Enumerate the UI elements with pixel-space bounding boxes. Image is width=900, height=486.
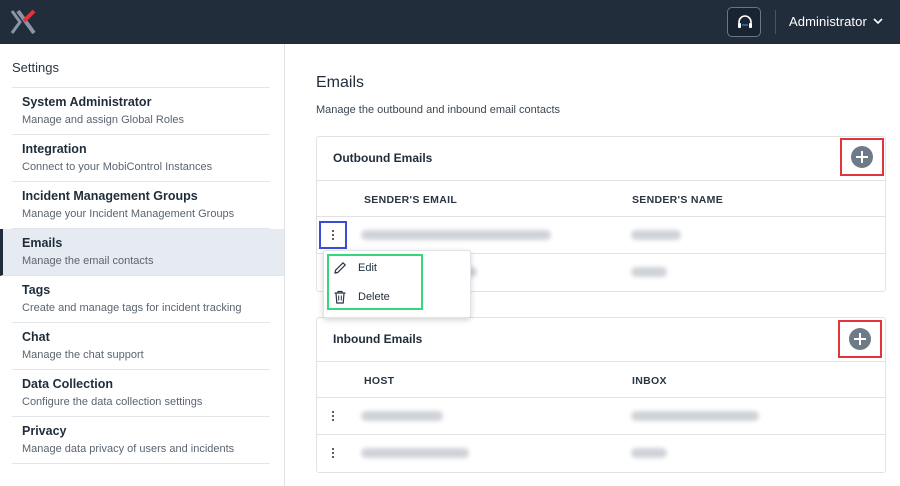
inbound-emails-panel: Inbound Emails HOST INBOX xyxy=(316,317,886,473)
sidebar-item-label: Integration xyxy=(22,142,87,156)
kebab-menu-icon[interactable] xyxy=(328,228,338,242)
sidebar-title: Settings xyxy=(12,60,59,75)
redacted-name xyxy=(631,230,681,240)
kebab-menu-icon[interactable] xyxy=(328,409,338,423)
sidebar-item-label: Emails xyxy=(22,236,63,250)
inbound-emails-title: Inbound Emails xyxy=(333,332,423,346)
table-row xyxy=(317,217,885,254)
column-header-senders-email: SENDER'S EMAIL xyxy=(364,194,458,206)
brand-x-logo[interactable] xyxy=(9,8,37,36)
sidebar-item-integration[interactable]: Integration Connect to your MobiControl … xyxy=(12,135,270,182)
table-header: SENDER'S EMAIL SENDER'S NAME xyxy=(317,181,885,217)
sidebar-item-label: Chat xyxy=(22,330,50,344)
panel-header: Inbound Emails xyxy=(317,318,885,362)
sidebar-item-description: Configure the data collection settings xyxy=(22,396,203,408)
page-title: Emails xyxy=(316,74,365,91)
sidebar-list: System Administrator Manage and assign G… xyxy=(0,87,284,464)
redacted-name xyxy=(631,267,667,277)
headset-icon xyxy=(738,15,752,28)
sidebar-item-label: Data Collection xyxy=(22,377,113,391)
sidebar-item-tags[interactable]: Tags Create and manage tags for incident… xyxy=(12,276,270,323)
add-outbound-email-button[interactable] xyxy=(840,138,884,176)
outbound-emails-title: Outbound Emails xyxy=(333,151,433,165)
redacted-host xyxy=(361,448,469,458)
top-bar: Administrator xyxy=(0,0,900,44)
page-description: Manage the outbound and inbound email co… xyxy=(316,104,561,116)
kebab-menu-icon[interactable] xyxy=(328,446,338,460)
plus-circle-icon xyxy=(849,328,871,350)
pencil-icon xyxy=(334,261,347,274)
table-row xyxy=(317,435,885,472)
sidebar-item-chat[interactable]: Chat Manage the chat support xyxy=(12,323,270,370)
top-divider xyxy=(775,10,776,34)
sidebar-item-label: Incident Management Groups xyxy=(22,189,198,203)
sidebar-item-description: Create and manage tags for incident trac… xyxy=(22,302,242,314)
sidebar-item-data-collection[interactable]: Data Collection Configure the data colle… xyxy=(12,370,270,417)
column-header-inbox: INBOX xyxy=(632,375,667,387)
plus-circle-icon xyxy=(851,146,873,168)
sidebar-item-label: Privacy xyxy=(22,424,67,438)
delete-label: Delete xyxy=(358,291,390,303)
sidebar-item-system-administrator[interactable]: System Administrator Manage and assign G… xyxy=(12,88,270,135)
sidebar-item-description: Manage and assign Global Roles xyxy=(22,114,185,126)
settings-sidebar: Settings System Administrator Manage and… xyxy=(0,44,285,486)
trash-icon xyxy=(334,290,346,304)
redacted-email xyxy=(361,230,551,240)
delete-menu-item[interactable]: Delete xyxy=(332,285,462,309)
table-header: HOST INBOX xyxy=(317,362,885,398)
redacted-host xyxy=(361,411,443,421)
sidebar-item-incident-management-groups[interactable]: Incident Management Groups Manage your I… xyxy=(12,182,270,229)
sidebar-item-description: Manage the email contacts xyxy=(22,255,154,267)
redacted-inbox xyxy=(631,448,667,458)
panel-header: Outbound Emails xyxy=(317,137,885,181)
sidebar-item-emails[interactable]: Emails Manage the email contacts xyxy=(0,229,284,276)
sidebar-item-description: Manage your Incident Management Groups xyxy=(22,208,235,220)
table-row xyxy=(317,398,885,435)
sidebar-item-description: Connect to your MobiControl Instances xyxy=(22,161,213,173)
redacted-inbox xyxy=(631,411,759,421)
column-header-senders-name: SENDER'S NAME xyxy=(632,194,723,206)
edit-menu-item[interactable]: Edit xyxy=(332,256,462,280)
chevron-down-icon[interactable] xyxy=(873,17,883,25)
row-context-menu: Edit Delete xyxy=(323,250,471,318)
sidebar-item-description: Manage the chat support xyxy=(22,349,144,361)
edit-label: Edit xyxy=(358,262,377,274)
sidebar-item-label: System Administrator xyxy=(22,95,152,109)
help-button[interactable] xyxy=(727,7,761,37)
sidebar-item-description: Manage data privacy of users and inciden… xyxy=(22,443,235,455)
add-inbound-email-button[interactable] xyxy=(838,320,882,358)
column-header-host: HOST xyxy=(364,375,395,387)
sidebar-item-label: Tags xyxy=(22,283,51,297)
user-menu-label[interactable]: Administrator xyxy=(789,14,867,29)
sidebar-item-privacy[interactable]: Privacy Manage data privacy of users and… xyxy=(12,417,270,464)
